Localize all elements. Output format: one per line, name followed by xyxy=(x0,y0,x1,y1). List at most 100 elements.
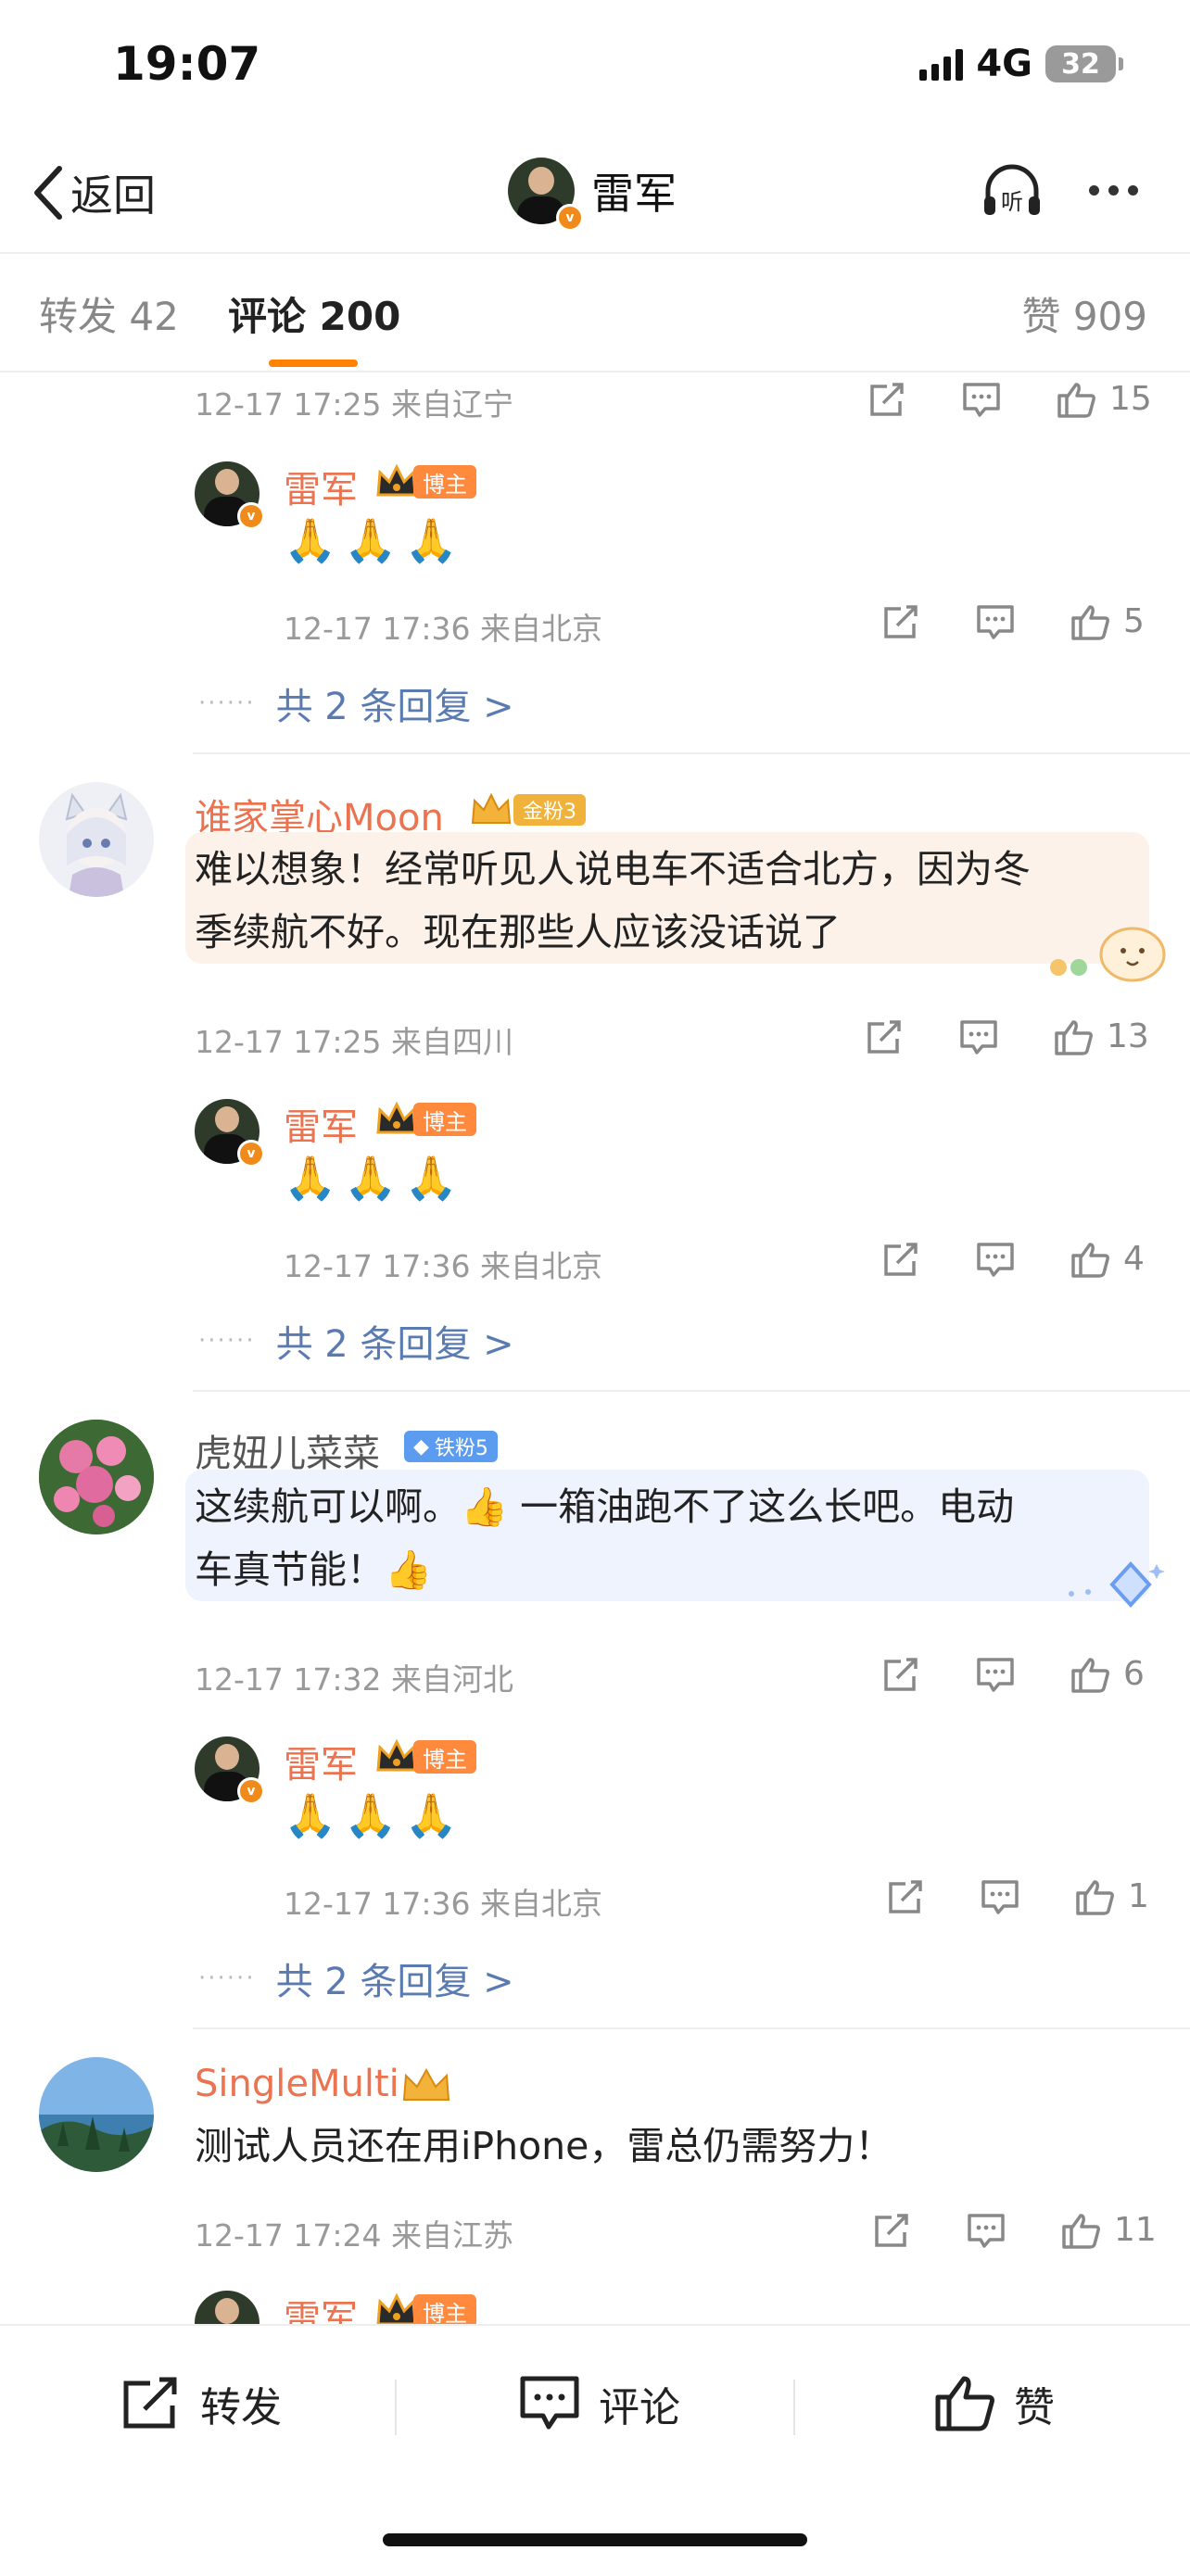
chevron-left-icon xyxy=(34,166,62,220)
comment-button[interactable]: 评论 xyxy=(519,2374,680,2433)
repost-button[interactable]: 转发 xyxy=(120,2374,282,2433)
nav-author[interactable]: v 雷军 xyxy=(508,158,677,232)
comment-label: 评论 xyxy=(599,2384,680,2431)
comment-actions: 6 xyxy=(880,1655,1145,1693)
comment-meta: 12-17 17:25 来自四川 xyxy=(195,1024,513,1060)
thumbs-up-icon[interactable] xyxy=(1060,2212,1101,2249)
thumbs-up-icon[interactable] xyxy=(1070,1241,1110,1278)
comment-icon[interactable] xyxy=(975,603,1016,640)
verified-icon: v xyxy=(237,1140,265,1168)
user-avatar[interactable] xyxy=(39,1420,154,1534)
comment-text: 这续航可以啊。👍 一箱油跑不了这么长吧。电动 车真节能！👍 xyxy=(195,1475,1014,1601)
thumbs-up-icon[interactable] xyxy=(1074,1878,1115,1915)
replier-name[interactable]: 雷军 xyxy=(284,1097,358,1151)
user-name[interactable]: SingleMulti xyxy=(195,2063,399,2105)
landscape-avatar-icon xyxy=(39,2057,154,2172)
anime-avatar-icon xyxy=(65,792,128,897)
comment-text-line: 车真节能！👍 xyxy=(195,1547,433,1592)
replier-name[interactable]: 雷军 xyxy=(284,1735,358,1788)
divider xyxy=(193,2027,1190,2029)
tab-repost[interactable]: 转发 42 xyxy=(39,285,179,342)
thumbs-up-icon[interactable] xyxy=(1070,603,1110,640)
fan-badge: ◆ 铁粉5 xyxy=(404,1431,498,1462)
share-icon[interactable] xyxy=(871,2212,912,2249)
crown-icon xyxy=(376,1738,417,1772)
reply-actions: 4 xyxy=(880,1240,1145,1278)
tab-indicator xyxy=(269,360,358,367)
gold-crown-icon xyxy=(402,2067,450,2101)
author-badge: 博主 xyxy=(374,1101,476,1138)
thumbs-up-icon xyxy=(935,2376,994,2431)
comment-icon[interactable] xyxy=(961,381,1002,418)
crown-icon xyxy=(376,463,417,497)
comment-icon[interactable] xyxy=(975,1656,1016,1693)
badge-label: 博主 xyxy=(413,1103,476,1136)
thumbs-up-icon[interactable] xyxy=(1070,1656,1110,1693)
back-button[interactable]: 返回 xyxy=(32,162,156,223)
more-replies-label: 共 2 条回复 > xyxy=(275,1323,514,1366)
share-icon xyxy=(123,2377,177,2429)
share-icon[interactable] xyxy=(885,1878,926,1915)
user-avatar[interactable] xyxy=(39,2057,154,2172)
listen-button[interactable]: 听 xyxy=(981,159,1044,222)
reply-actions: 1 xyxy=(885,1877,1149,1915)
comment-text: 测试人员还在用iPhone，雷总仍需努力！ xyxy=(195,2124,893,2168)
more-replies-link[interactable]: ······ 共 2 条回复 > xyxy=(198,676,514,730)
comment-icon[interactable] xyxy=(980,1878,1020,1915)
share-icon[interactable] xyxy=(880,1241,921,1278)
bubble-decoration-icon xyxy=(1050,927,1166,982)
share-icon[interactable] xyxy=(867,381,907,418)
author-badge: 博主 xyxy=(374,463,476,500)
divider xyxy=(193,1390,1190,1392)
status-icons: 4G 32 xyxy=(919,43,1123,85)
user-avatar[interactable] xyxy=(39,782,154,897)
divider xyxy=(0,371,1190,373)
divider xyxy=(793,2380,795,2435)
comment-meta: 12-17 17:32 来自河北 xyxy=(195,1661,513,1698)
share-icon[interactable] xyxy=(880,1656,921,1693)
share-icon[interactable] xyxy=(880,603,921,640)
flowers-avatar-icon xyxy=(39,1420,154,1534)
comment-icon xyxy=(520,2376,579,2430)
comment-icon[interactable] xyxy=(966,2212,1006,2249)
comment-icon[interactable] xyxy=(975,1241,1016,1278)
comment-meta: 12-17 17:25 来自辽宁 xyxy=(195,386,513,423)
dots-icon: ······ xyxy=(198,1964,256,1992)
gold-crown-icon xyxy=(471,792,512,824)
like-count: 4 xyxy=(1123,1240,1145,1278)
home-indicator xyxy=(383,2533,807,2546)
tab-comments[interactable]: 评论 200 xyxy=(228,285,400,342)
emoji-pray: 🙏🙏🙏 xyxy=(284,1790,465,1840)
comment-actions: 11 xyxy=(871,2211,1157,2249)
replier-name[interactable]: 雷军 xyxy=(284,460,358,513)
sparkle-diamond-icon xyxy=(1069,1561,1165,1608)
comment-text-line: 难以想象！经常听见人说电车不适合北方，因为冬 xyxy=(195,847,1031,891)
more-button[interactable] xyxy=(1089,185,1138,196)
more-replies-link[interactable]: ······ 共 2 条回复 > xyxy=(198,1951,514,2005)
share-icon[interactable] xyxy=(864,1018,905,1055)
verified-icon: v xyxy=(237,1777,265,1805)
more-replies-link[interactable]: ······ 共 2 条回复 > xyxy=(198,1314,514,1368)
thumbs-up-icon[interactable] xyxy=(1053,1018,1094,1055)
divider xyxy=(0,252,1190,254)
more-replies-label: 共 2 条回复 > xyxy=(275,1961,514,2003)
repost-label: 转发 xyxy=(200,2384,282,2431)
thumbs-up-icon[interactable] xyxy=(1056,381,1096,418)
reply-actions: 5 xyxy=(880,602,1145,640)
back-label: 返回 xyxy=(70,170,156,221)
more-replies-label: 共 2 条回复 > xyxy=(275,686,514,728)
reply-meta: 12-17 17:36 来自北京 xyxy=(284,1248,602,1284)
network-label: 4G xyxy=(976,43,1032,85)
like-count: 6 xyxy=(1123,1655,1145,1693)
signal-icon xyxy=(919,47,964,81)
comment-text-line: 季续航不好。现在那些人应该没话说了 xyxy=(195,910,841,954)
badge-label: 博主 xyxy=(413,2294,476,2328)
like-button[interactable]: 赞 xyxy=(934,2374,1055,2433)
status-time: 19:07 xyxy=(113,37,261,91)
divider xyxy=(395,2380,397,2435)
comment-icon[interactable] xyxy=(958,1018,999,1055)
comment-text: 难以想象！经常听见人说电车不适合北方，因为冬 季续航不好。现在那些人应该没话说了 xyxy=(195,838,1031,964)
fan-badge: 金粉3 xyxy=(469,791,586,828)
tab-likes[interactable]: 赞 909 xyxy=(1021,285,1147,342)
dots-icon: ······ xyxy=(198,1327,256,1355)
